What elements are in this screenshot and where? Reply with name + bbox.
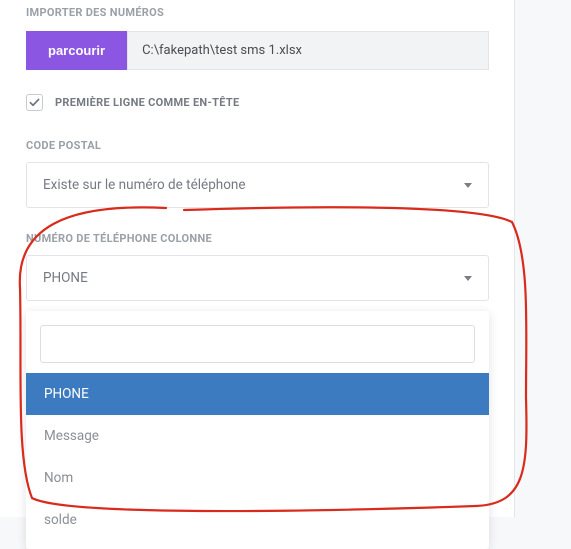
postal-select-value: Existe sur le numéro de téléphone [43,177,246,193]
dropdown-option-solde[interactable]: solde [26,499,489,541]
postal-select[interactable]: Existe sur le numéro de téléphone [26,162,489,208]
caret-down-icon [464,276,472,281]
phone-col-select-group: PHONE PHONE Message Nom solde [26,255,489,301]
dropdown-option-phone[interactable]: PHONE [26,373,489,415]
first-line-header-label: PREMIÈRE LIGNE COMME EN-TÊTE [55,96,239,109]
dropdown-search-wrap [26,325,489,373]
caret-down-icon [464,183,472,188]
phone-col-label: NUMÉRO DE TÉLÉPHONE COLONNE [26,232,489,245]
dropdown-option-nom[interactable]: Nom [26,457,489,499]
phone-col-select-value: PHONE [43,270,88,286]
check-icon [29,97,40,108]
phone-col-select[interactable]: PHONE [26,255,489,301]
phone-col-dropdown: PHONE Message Nom solde [26,311,489,549]
postal-label: CODE POSTAL [26,139,489,152]
first-line-header-checkbox[interactable] [26,94,43,111]
import-row: parcourir C:\fakepath\test sms 1.xlsx [26,31,489,70]
import-label: IMPORTER DES NUMÉROS [26,6,489,19]
dropdown-search-input[interactable] [40,325,475,363]
header-checkbox-row: PREMIÈRE LIGNE COMME EN-TÊTE [26,94,489,111]
file-path-display: C:\fakepath\test sms 1.xlsx [127,31,489,70]
dropdown-option-message[interactable]: Message [26,415,489,457]
browse-button[interactable]: parcourir [26,31,127,70]
form-panel: IMPORTER DES NUMÉROS parcourir C:\fakepa… [0,0,515,517]
